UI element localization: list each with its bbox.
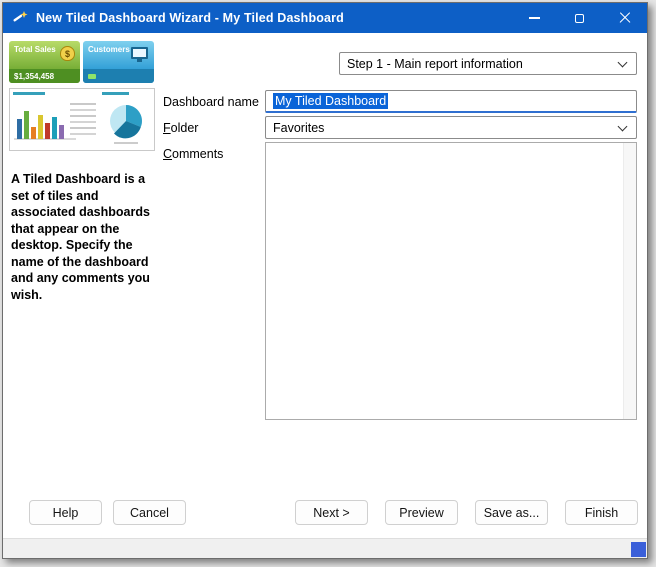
resize-grip[interactable] <box>631 542 646 557</box>
minimize-icon <box>529 17 540 18</box>
dashboard-name-label: Dashboard name <box>163 95 259 109</box>
maximize-button[interactable] <box>557 3 602 33</box>
chevron-down-icon <box>618 122 628 132</box>
tile-value: $1,354,458 <box>9 72 54 81</box>
dashboard-name-input[interactable]: My Tiled Dashboard <box>265 90 637 113</box>
next-button[interactable]: Next > <box>295 500 368 525</box>
preview-charts <box>9 88 155 151</box>
folder-label: Folder <box>163 121 198 135</box>
selected-text: My Tiled Dashboard <box>273 93 388 109</box>
folder-select[interactable]: Favorites <box>265 116 637 139</box>
dialog-window: New Tiled Dashboard Wizard - My Tiled Da… <box>2 2 648 559</box>
titlebar: New Tiled Dashboard Wizard - My Tiled Da… <box>3 3 647 33</box>
preview-button[interactable]: Preview <box>385 500 458 525</box>
folder-select-value: Favorites <box>273 121 324 135</box>
customers-value-indicator <box>88 74 96 79</box>
close-icon <box>619 12 631 24</box>
tile-value-band: $1,354,458 <box>9 69 80 83</box>
close-button[interactable] <box>602 3 647 33</box>
cancel-button[interactable]: Cancel <box>113 500 186 525</box>
chevron-down-icon <box>618 58 628 68</box>
wizard-app-icon <box>12 10 28 26</box>
help-button[interactable]: Help <box>29 500 102 525</box>
preview-tile-customers: Customers <box>83 41 154 83</box>
maximize-icon <box>575 14 584 23</box>
monitor-icon <box>131 47 148 59</box>
window-title: New Tiled Dashboard Wizard - My Tiled Da… <box>36 11 344 25</box>
wizard-description: A Tiled Dashboard is a set of tiles and … <box>11 171 156 303</box>
finish-button[interactable]: Finish <box>565 500 638 525</box>
statusbar <box>3 538 647 558</box>
minimize-button[interactable] <box>512 3 557 33</box>
step-selector-value: Step 1 - Main report information <box>347 57 523 71</box>
save-as-button[interactable]: Save as... <box>475 500 548 525</box>
money-bag-icon <box>60 46 75 61</box>
mini-chart-graphic <box>10 89 154 150</box>
caption-buttons <box>512 3 647 33</box>
step-selector[interactable]: Step 1 - Main report information <box>339 52 637 75</box>
tile-value-band <box>83 69 154 83</box>
dashboard-preview-thumbnail: Total Sales $1,354,458 Customers <box>9 41 157 153</box>
preview-tiles: Total Sales $1,354,458 Customers <box>9 41 157 83</box>
comments-scrollbar[interactable] <box>623 143 636 419</box>
comments-label: Comments <box>163 147 223 161</box>
preview-tile-total-sales: Total Sales $1,354,458 <box>9 41 80 83</box>
comments-input[interactable] <box>266 143 623 419</box>
comments-field-wrapper <box>265 142 637 420</box>
